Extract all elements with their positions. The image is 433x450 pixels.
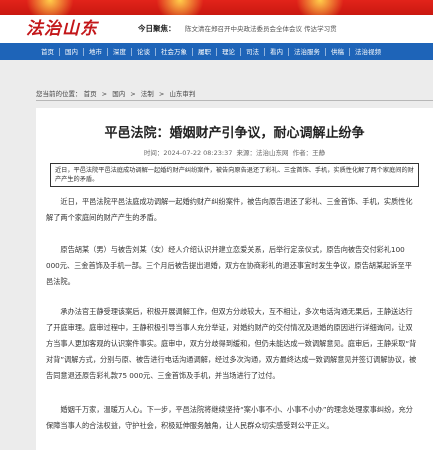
breadcrumb-domestic[interactable]: 国内	[112, 90, 125, 98]
focus-label: 今日聚焦：	[138, 24, 176, 33]
nav-item-submit[interactable]: 供稿	[326, 47, 350, 56]
time-label: 时间：	[143, 149, 164, 157]
author-label: 作者：	[292, 149, 313, 157]
nav-item-cities[interactable]: 地市	[84, 47, 108, 56]
article-paragraph: 近日，平邑法院平邑法庭成功调解一起婚约财产纠纷案件，被告向原告退还了彩礼、三金首…	[46, 197, 413, 222]
article-meta: 时间：2024-07-22 08:23:37 来源：法治山东网 作者：王静	[36, 147, 433, 157]
banner-decoration	[150, 0, 210, 15]
banner-decoration	[20, 0, 80, 15]
article-card: 平邑法院：婚姻财产引争议，耐心调解止纷争 时间：2024-07-22 08:23…	[36, 108, 433, 450]
article-paragraph: 原告胡某（男）与被告刘某（女）经人介绍认识并建立恋爱关系，后举行定亲仪式，原告向…	[46, 245, 412, 286]
top-banner	[0, 0, 433, 15]
breadcrumb: 您当前的位置： 首页 > 国内 > 法制 > 山东审判	[36, 88, 195, 98]
breadcrumb-divider	[36, 100, 433, 101]
nav-item-judicial[interactable]: 司法	[241, 47, 265, 56]
article-author: 王静	[312, 149, 326, 157]
article-paragraph: 承办法官王静受理该案后，积极开展调解工作，但双方分歧较大，互不相让，多次电话沟通…	[46, 307, 417, 380]
nav-item-theory[interactable]: 理论	[217, 47, 241, 56]
breadcrumb-legal[interactable]: 法制	[141, 90, 154, 98]
nav-item-depth[interactable]: 深度	[108, 47, 132, 56]
nav-item-forum[interactable]: 论谈	[132, 47, 156, 56]
article-paragraph: 婚姻千万家，温暖万人心。下一步，平邑法院将继续坚持“案小事不小、小事不小办”的理…	[46, 405, 413, 430]
nav-item-legal-service[interactable]: 法治服务	[289, 47, 326, 56]
breadcrumb-separator: >	[130, 90, 136, 98]
article-title: 平邑法院：婚姻财产引争议，耐心调解止纷争	[104, 126, 365, 141]
nav-item-domestic[interactable]: 国内	[60, 47, 84, 56]
site-logo[interactable]: 法治山东	[26, 18, 98, 40]
banner-decoration	[290, 0, 350, 15]
nav-item-home[interactable]: 首页	[36, 47, 60, 56]
publish-time: 2024-07-22 08:23:37	[163, 149, 233, 157]
source-label: 来源：	[236, 149, 257, 157]
nav-item-duty[interactable]: 履职	[193, 47, 217, 56]
nav-item-inside[interactable]: 看内	[265, 47, 289, 56]
main-nav: 首页 国内 地市 深度 论谈 社会万象 履职 理论 司法 看内 法治服务 供稿 …	[0, 43, 433, 60]
article-source: 法治山东网	[256, 149, 289, 157]
breadcrumb-home[interactable]: 首页	[84, 90, 97, 98]
breadcrumb-separator: >	[158, 90, 165, 98]
article-summary: 近日，平邑法院平邑法庭成功调解一起婚约财产纠纷案件，被告向原告退还了彩礼、三金首…	[50, 163, 419, 187]
breadcrumb-shandong-trial[interactable]: 山东审判	[169, 90, 195, 98]
nav-item-video[interactable]: 法治视频	[350, 48, 386, 56]
nav-item-society[interactable]: 社会万象	[156, 47, 193, 56]
site-header: 法治山东 今日聚焦： 陈文清在郑召开中央政法委员会全体会议 传达学习贯	[0, 15, 433, 43]
breadcrumb-separator: >	[101, 90, 108, 98]
focus-headline-link[interactable]: 陈文清在郑召开中央政法委员会全体会议 传达学习贯	[185, 23, 337, 33]
breadcrumb-prefix: 您当前的位置：	[36, 90, 82, 98]
